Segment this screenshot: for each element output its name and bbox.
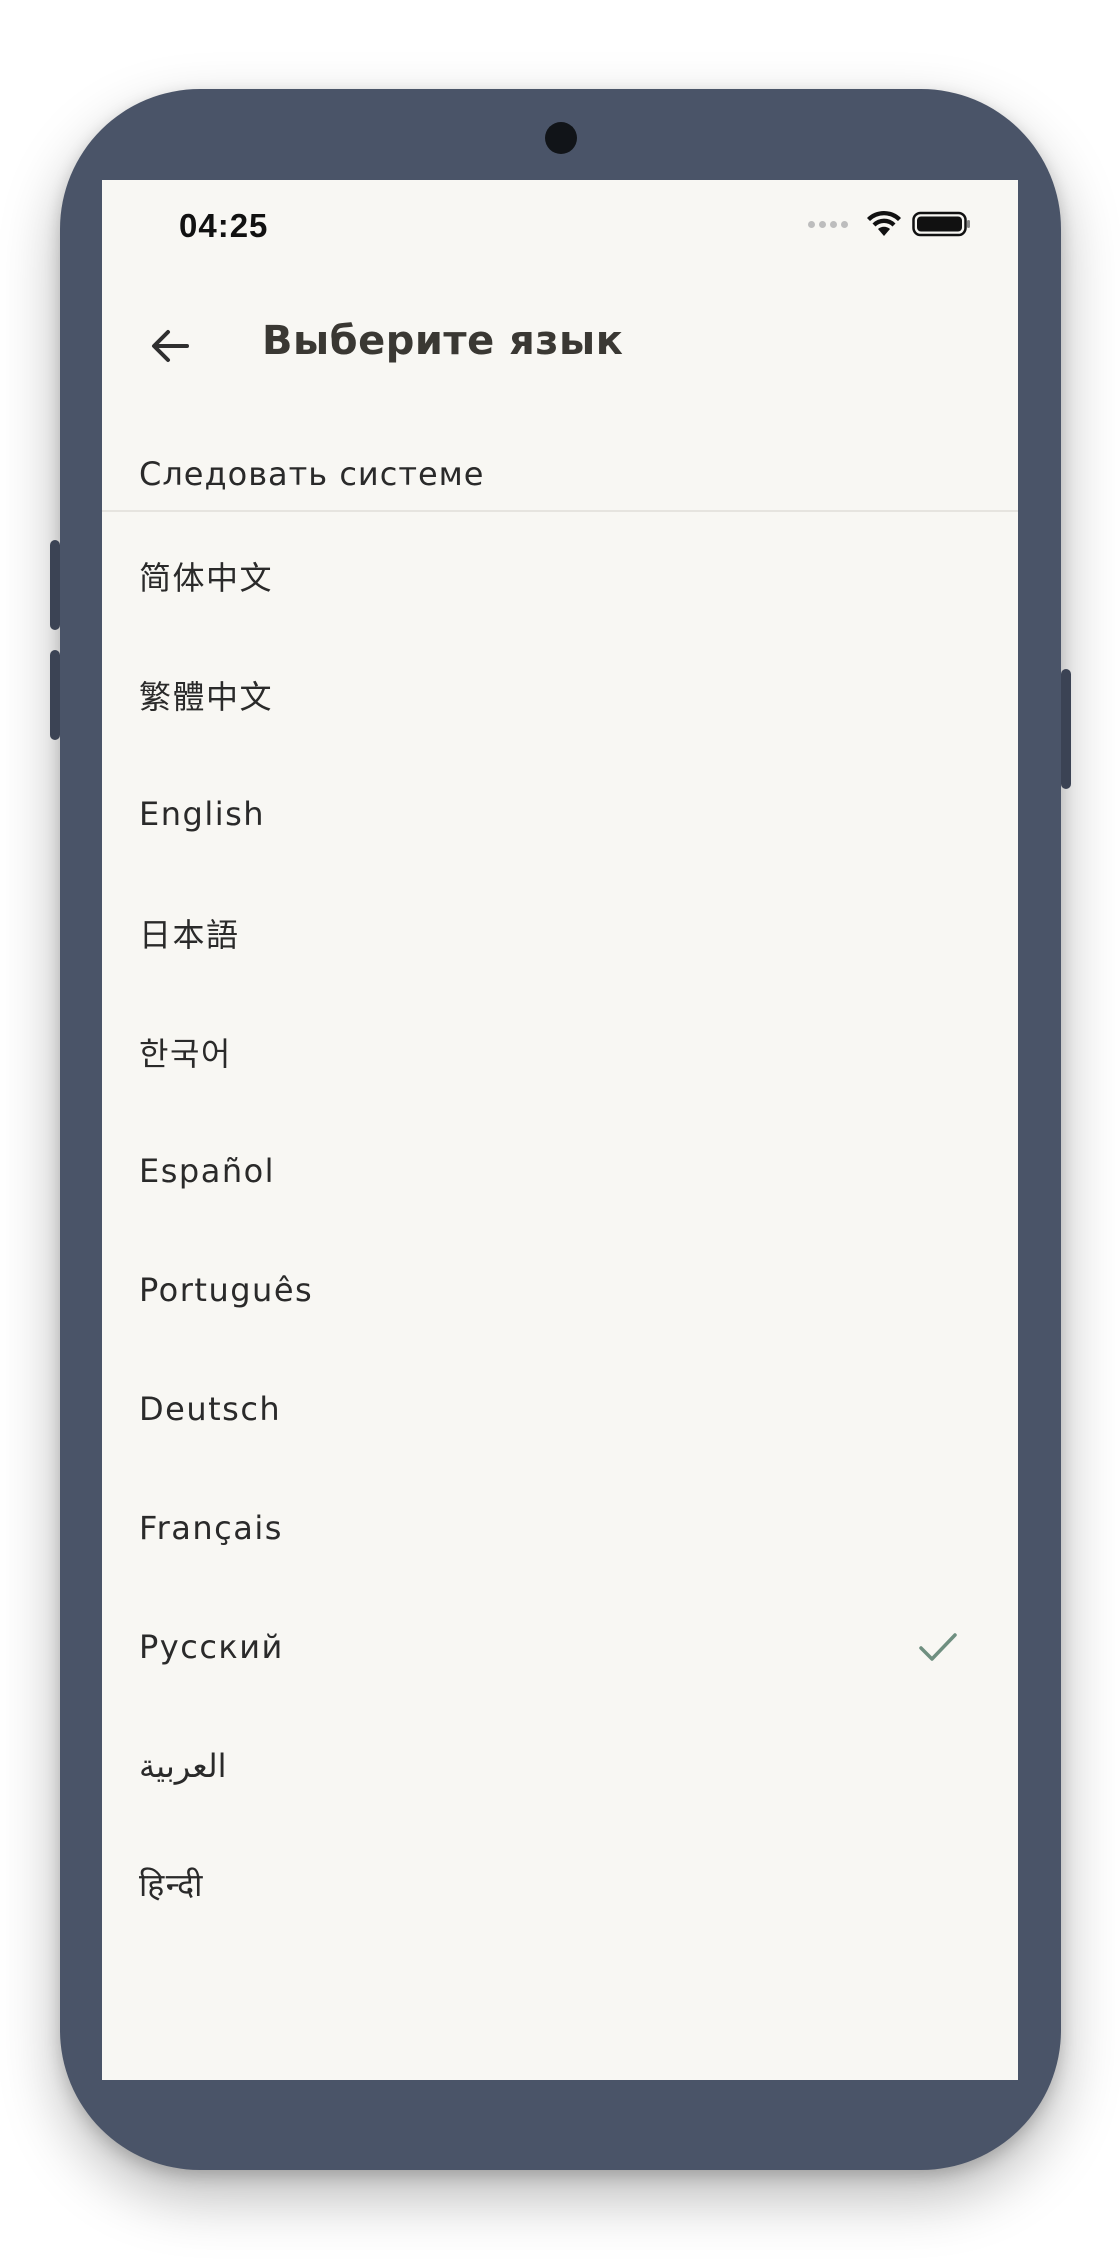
arrow-left-icon xyxy=(152,330,189,362)
power-button xyxy=(1061,669,1071,789)
front-camera xyxy=(545,122,577,154)
volume-down-button xyxy=(50,650,60,740)
status-bar: 04:25 xyxy=(102,180,1018,276)
language-label: 한국어 xyxy=(139,1034,232,1073)
page-title: Выберите язык xyxy=(262,318,624,364)
language-item-zh-hant[interactable]: 繁體中文 xyxy=(102,635,1018,754)
language-item-arabic[interactable]: العربية xyxy=(102,1706,1018,1825)
language-label: Deutsch xyxy=(139,1389,282,1428)
language-item-german[interactable]: Deutsch xyxy=(102,1349,1018,1468)
language-item-portuguese[interactable]: Português xyxy=(102,1230,1018,1349)
screen: 04:25 Выберите язык Следовать системе 简体… xyxy=(102,180,1018,2080)
signal-icon xyxy=(808,220,848,228)
language-label: Español xyxy=(139,1151,276,1190)
language-item-spanish[interactable]: Español xyxy=(102,1111,1018,1230)
language-item-korean[interactable]: 한국어 xyxy=(102,992,1018,1111)
language-label: 繁體中文 xyxy=(139,677,274,716)
language-label: 简体中文 xyxy=(139,558,274,597)
volume-up-button xyxy=(50,540,60,630)
app-bar: Выберите язык xyxy=(102,276,1018,416)
language-list: 简体中文 繁體中文 English 日本語 한국어 Español Portug… xyxy=(102,516,1018,1944)
language-item-zh-hans[interactable]: 简体中文 xyxy=(102,516,1018,635)
language-item-hindi[interactable]: हिन्दी xyxy=(102,1825,1018,1944)
battery-icon xyxy=(912,211,970,237)
divider xyxy=(102,510,1018,512)
language-item-french[interactable]: Français xyxy=(102,1468,1018,1587)
language-label: Français xyxy=(139,1508,283,1547)
follow-system-option[interactable]: Следовать системе xyxy=(102,416,1018,532)
wifi-icon xyxy=(867,210,901,236)
status-time: 04:25 xyxy=(179,207,269,244)
language-label: العربية xyxy=(139,1746,227,1785)
check-icon xyxy=(919,1632,957,1661)
language-label: हिन्दी xyxy=(139,1866,204,1904)
language-item-japanese[interactable]: 日本語 xyxy=(102,873,1018,992)
language-item-russian[interactable]: Русский xyxy=(102,1587,1018,1706)
language-label: Русский xyxy=(139,1627,284,1666)
status-icons xyxy=(808,210,972,238)
back-button[interactable] xyxy=(140,316,200,376)
language-label: Português xyxy=(139,1270,314,1309)
follow-system-label: Следовать системе xyxy=(139,455,485,493)
language-item-english[interactable]: English xyxy=(102,754,1018,873)
language-label: English xyxy=(139,794,266,833)
language-label: 日本語 xyxy=(139,915,240,954)
